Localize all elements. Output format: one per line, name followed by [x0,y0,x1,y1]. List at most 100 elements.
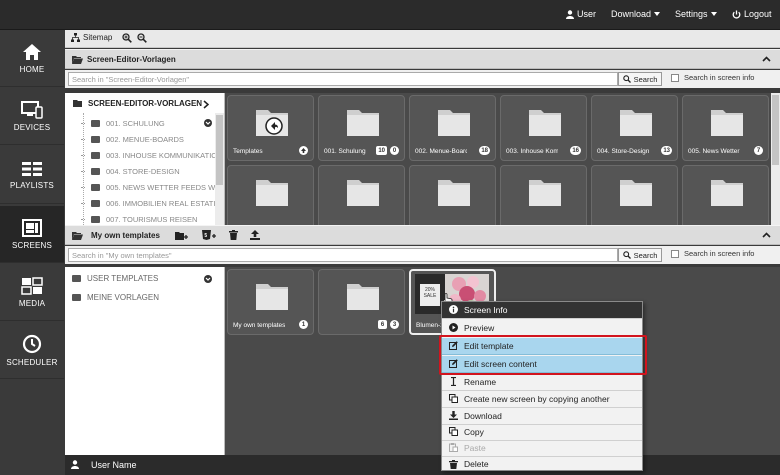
nav-screens[interactable]: SCREENS [0,206,64,263]
chevron-down-circle-icon[interactable] [204,119,212,127]
search-row: Search in "My own templates" Search Sear… [65,246,780,264]
folder-tile[interactable]: 004. Store-Design 13 [591,95,678,161]
nav-devices-label: DEVICES [13,122,51,132]
info-circle-icon [449,305,458,315]
folder-icon [620,180,652,206]
tree-item[interactable]: 004. STORE-DESIGN [81,167,180,176]
tree-item[interactable]: 005. NEWS WETTER FEEDS WE [81,183,220,192]
folder-tree: USER TEMPLATES MEINE VORLAGEN [65,267,225,455]
folder-icon [91,168,100,175]
tree-item[interactable]: 001. SCHULUNG [81,119,165,128]
download-menu[interactable]: Download [611,9,661,19]
checkbox-label: Search in screen info [684,73,755,82]
tree-item[interactable]: USER TEMPLATES [72,274,158,283]
search-button[interactable]: Search [618,248,662,262]
media-icon [21,276,43,295]
chevron-right-icon[interactable] [203,100,209,109]
scrollbar-thumb[interactable] [772,95,779,165]
copy-icon [449,427,458,437]
section-header-my-own-templates[interactable]: My own templates 5 [65,225,780,245]
section-title: My own templates [91,231,160,240]
folder-tile[interactable] [409,165,496,225]
ctx-paste: Paste [442,440,642,457]
nav-devices[interactable]: DEVICES [0,88,64,145]
nav-scheduler-label: SCHEDULER [6,357,58,367]
folder-tile[interactable] [591,165,678,225]
ctx-download[interactable]: Download [442,408,642,425]
grid-scrollbar[interactable] [771,93,780,225]
chevron-up-icon[interactable] [762,56,771,62]
tree-item-label: 001. SCHULUNG [106,119,165,128]
upload-icon[interactable] [250,230,260,240]
tree-item[interactable]: 003. INHOUSE KOMMUNIKATIO [81,151,217,160]
nav-media[interactable]: MEDIA [0,264,64,321]
tree-item[interactable]: 006. IMMOBILIEN REAL ESTATI [81,199,215,208]
add-folder-icon[interactable] [175,231,189,241]
sitemap-button[interactable]: Sitemap [71,33,112,42]
tile-label: Templates [233,148,263,155]
search-input[interactable]: Search in "My own templates" [68,248,618,262]
folder-icon [529,180,561,206]
folder-tile[interactable] [500,165,587,225]
ctx-rename[interactable]: Rename [442,374,642,391]
tile-label: My own templates [233,322,285,329]
settings-menu[interactable]: Settings [675,9,717,19]
checkbox-box[interactable] [671,249,679,258]
folder-open-icon [72,56,83,64]
ctx-item-label: Delete [464,459,489,470]
folder-icon [72,294,81,301]
tree-root[interactable]: SCREEN-EDITOR-VORLAGEN [73,99,202,108]
tree-item-label: MEINE VORLAGEN [87,293,160,302]
nav-home[interactable]: HOME [0,30,64,87]
tree-item-label: 006. IMMOBILIEN REAL ESTATI [106,199,216,208]
search-button-label: Search [633,74,658,84]
section-header-screen-editor-vorlagen[interactable]: Screen-Editor-Vorlagen [65,49,780,69]
download-icon [449,411,458,421]
search-in-info-checkbox[interactable]: Search in screen info [671,73,754,82]
ctx-copy[interactable]: Copy [442,424,642,441]
tree-item[interactable]: 002. MENUE-BOARDS [81,135,184,144]
folder-tile[interactable] [227,165,314,225]
folder-tile[interactable]: Templates [227,95,314,161]
chevron-up-icon[interactable] [762,232,771,238]
logout-button[interactable]: Logout [732,9,772,19]
tree-item[interactable]: 007. TOURISMUS REISEN [81,215,197,224]
folder-icon [438,180,470,206]
ctx-item-label: Download [464,410,502,421]
nav-playlists[interactable]: PLAYLISTS [0,147,64,204]
settings-label: Settings [675,9,708,19]
folder-tile[interactable]: My own templates 1 [227,269,314,335]
tree-scrollbar[interactable] [215,113,224,225]
nav-media-label: MEDIA [18,298,46,308]
search-button[interactable]: Search [618,72,662,86]
folder-tree: SCREEN-EDITOR-VORLAGEN 001. SCHULUNG 002… [65,93,225,225]
toolbar: Sitemap [65,30,780,48]
zoom-out-button[interactable] [137,33,147,43]
folder-tile[interactable]: 001. Schulung 10 0 [318,95,405,161]
sitemap-icon [71,33,80,42]
folder-tile[interactable]: 005. News Wetter F... 7 [682,95,769,161]
trash-icon[interactable] [229,230,238,240]
add-html5-icon[interactable]: 5 [202,230,217,241]
ctx-header-screen-info[interactable]: Screen Info [442,302,642,319]
ctx-create-by-copy[interactable]: Create new screen by copying another [442,391,642,408]
folder-tile[interactable]: 002. Menue-Boards 18 [409,95,496,161]
checkbox-box[interactable] [671,73,679,82]
ctx-delete[interactable]: Delete [442,456,642,473]
folder-tile[interactable]: 6 3 [318,269,405,335]
scrollbar-thumb[interactable] [216,115,223,185]
zoom-in-button[interactable] [122,33,132,43]
user-menu[interactable]: User [566,9,596,19]
chevron-down-circle-icon[interactable] [204,275,212,283]
tree-item[interactable]: MEINE VORLAGEN [72,293,159,302]
folder-tile[interactable] [682,165,769,225]
folder-tile[interactable] [318,165,405,225]
nav-scheduler[interactable]: SCHEDULER [0,322,64,379]
search-icon [622,75,631,83]
folder-tile[interactable]: 003. Inhouse Komm... 16 [500,95,587,161]
ctx-item-label: Copy [464,426,484,437]
search-input[interactable]: Search in "Screen-Editor-Vorlagen" [68,72,618,86]
search-in-info-checkbox[interactable]: Search in screen info [671,249,754,258]
tile-label: 001. Schulung [324,148,366,155]
folder-icon [256,180,288,206]
